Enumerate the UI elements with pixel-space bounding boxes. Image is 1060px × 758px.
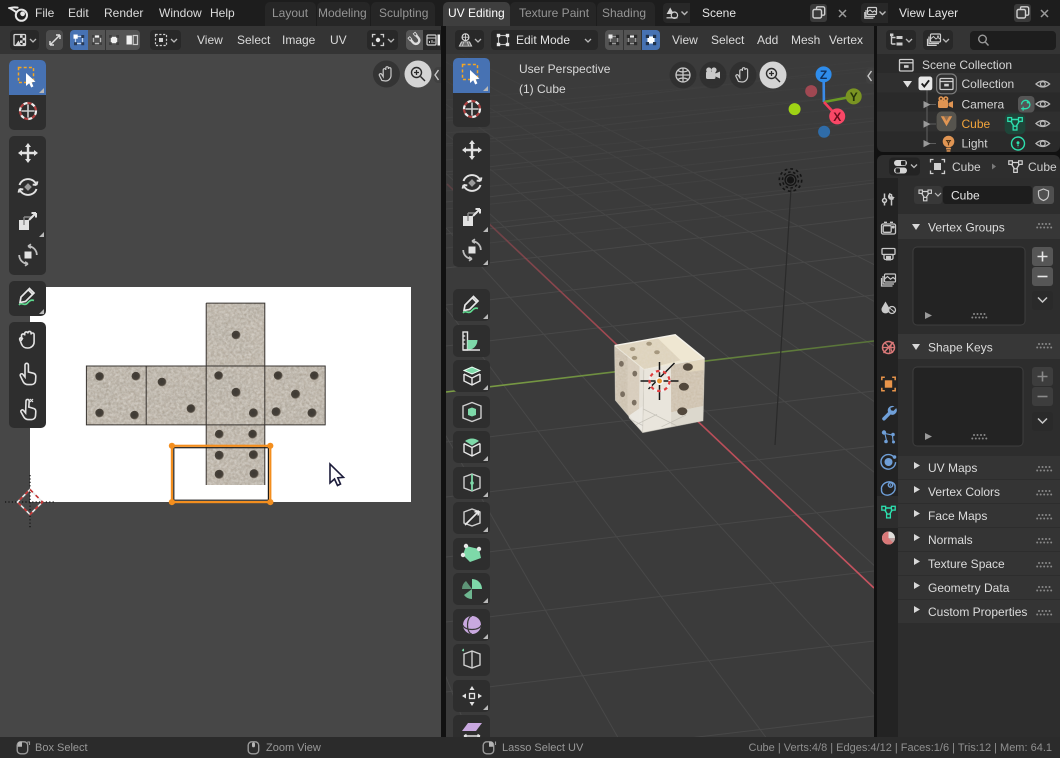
svg-text:Vertex Groups: Vertex Groups [928, 221, 1005, 235]
svg-text:Z: Z [820, 68, 827, 82]
svg-text:Geometry Data: Geometry Data [928, 581, 1010, 595]
svg-text:Cube: Cube [962, 117, 991, 131]
svg-text:Texture Space: Texture Space [928, 557, 1005, 571]
svg-text:Scene Collection: Scene Collection [922, 58, 1012, 72]
svg-text:Camera: Camera [962, 98, 1005, 112]
svg-text:Cube: Cube [952, 160, 981, 174]
svg-text:Light: Light [962, 137, 989, 151]
svg-text:Normals: Normals [928, 533, 973, 547]
svg-text:Y: Y [850, 90, 858, 104]
svg-text:Shape Keys: Shape Keys [928, 341, 993, 355]
svg-text:(1) Cube: (1) Cube [519, 82, 566, 96]
svg-text:Cube: Cube [951, 189, 980, 203]
svg-text:User Perspective: User Perspective [519, 62, 611, 76]
svg-text:Vertex Colors: Vertex Colors [928, 485, 1000, 499]
svg-text:Cube: Cube [1028, 160, 1057, 174]
svg-text:Custom Properties: Custom Properties [928, 605, 1027, 619]
svg-text:Collection: Collection [962, 77, 1015, 91]
svg-text:UV Maps: UV Maps [928, 461, 977, 475]
svg-text:Face Maps: Face Maps [928, 509, 987, 523]
svg-text:X: X [833, 110, 841, 124]
